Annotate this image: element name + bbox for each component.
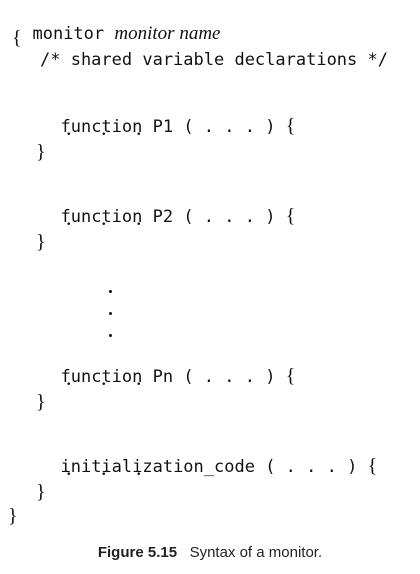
- function-pn-open-brace: {: [285, 365, 296, 387]
- shared-vars-comment: /* shared variable declarations */: [40, 50, 388, 70]
- function-pn-args: ( . . . ): [183, 367, 276, 387]
- vertical-ellipsis-dot: [109, 334, 112, 337]
- function-pn-close-brace: }: [36, 391, 46, 413]
- monitor-header-line: monitor monitor name: [12, 4, 221, 45]
- vertical-ellipsis-dot: [109, 290, 112, 293]
- function-p1-close-brace: }: [36, 141, 46, 163]
- function-p2-open-brace: {: [285, 205, 296, 227]
- figure-caption: Figure 5.15 Syntax of a monitor.: [0, 544, 420, 561]
- monitor-keyword: monitor: [32, 24, 105, 44]
- initialization-code-close-brace: }: [36, 481, 46, 503]
- function-p1-args: ( . . . ): [183, 117, 276, 137]
- function-p2-close-brace: }: [36, 231, 46, 253]
- figure-caption-label: Figure 5.15: [97, 544, 178, 561]
- monitor-name: monitor name: [114, 23, 221, 44]
- function-p2-body: . . .: [66, 205, 154, 230]
- initialization-code-open-brace: {: [367, 455, 378, 477]
- initialization-code-args: ( . . . ): [265, 457, 358, 477]
- monitor-open-brace: {: [12, 27, 22, 49]
- function-pn-body: . . .: [66, 365, 154, 390]
- function-p2-args: ( . . . ): [183, 207, 276, 227]
- function-p1-open-brace: {: [285, 115, 296, 137]
- vertical-ellipsis-dot: [109, 312, 112, 315]
- figure-caption-text: Syntax of a monitor.: [189, 544, 323, 561]
- monitor-close-brace: }: [8, 505, 18, 527]
- initialization-code-body: . . .: [66, 455, 154, 480]
- function-p1-body: . . .: [66, 115, 154, 140]
